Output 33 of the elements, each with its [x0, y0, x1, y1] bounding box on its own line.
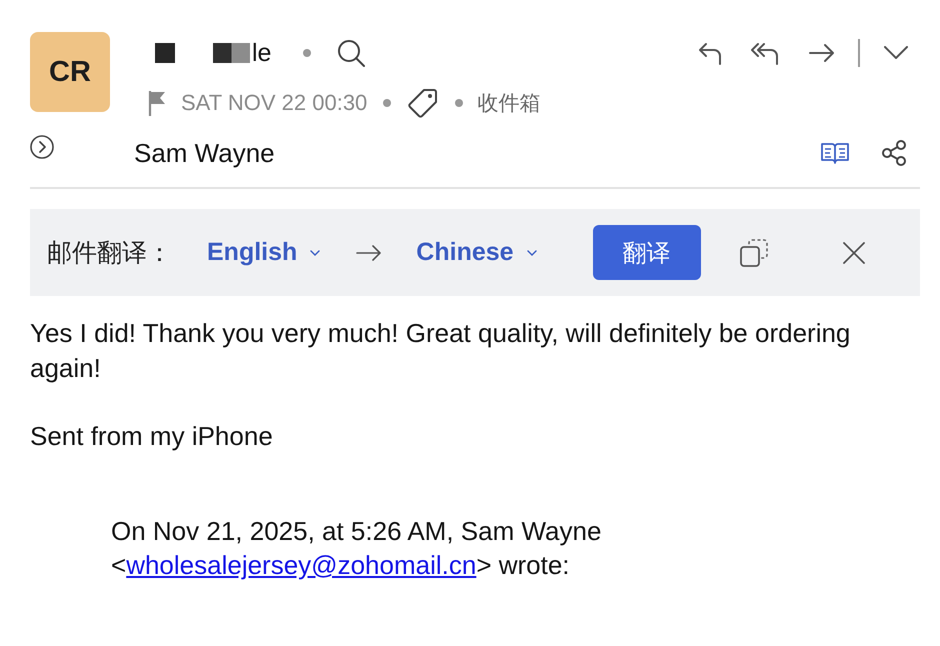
forward-icon[interactable]: [809, 43, 835, 63]
source-language-dropdown[interactable]: English: [207, 238, 320, 267]
redaction-block: [155, 43, 175, 63]
separator-dot-icon: [383, 99, 392, 107]
close-icon[interactable]: [842, 242, 865, 264]
reply-all-icon[interactable]: [751, 41, 779, 65]
arrow-right-icon: [356, 244, 382, 260]
copy-icon[interactable]: [740, 238, 768, 266]
target-language-dropdown[interactable]: Chinese: [416, 238, 537, 267]
avatar: CR: [30, 32, 110, 112]
reply-icon[interactable]: [698, 41, 722, 65]
flag-icon[interactable]: [148, 90, 166, 116]
translation-label: 邮件翻译：: [47, 237, 172, 269]
sender-name: Sam Wayne: [134, 138, 275, 168]
search-icon[interactable]: [337, 39, 366, 67]
book-icon[interactable]: [821, 142, 849, 164]
caret-icon: [526, 250, 537, 256]
translate-button[interactable]: 翻译: [592, 225, 701, 280]
chevron-down-icon[interactable]: [884, 46, 908, 60]
caret-icon: [310, 250, 320, 256]
expand-chevron-icon[interactable]: [30, 135, 54, 159]
email-subject: le: [252, 38, 272, 68]
separator-dot-icon: [455, 99, 464, 107]
email-link[interactable]: wholesalejersey@zohomail.cn: [126, 550, 476, 580]
folder-label[interactable]: 收件箱: [477, 89, 540, 117]
message-paragraph: Sent from my iPhone: [30, 420, 274, 453]
separator-dot-icon: [303, 49, 312, 57]
quote-header: On Nov 21, 2025, at 5:26 AM, Sam Wayne <wholesalejersey@zohomail.cn> wrote:: [111, 515, 602, 582]
share-icon[interactable]: [881, 140, 907, 166]
email-date: SAT NOV 22 00:30: [181, 90, 368, 116]
message-paragraph: Yes I did! Thank you very much! Great quality, will definitely be ordering again!: [30, 317, 852, 385]
tag-icon[interactable]: [408, 88, 438, 118]
redaction-block: [213, 43, 250, 63]
